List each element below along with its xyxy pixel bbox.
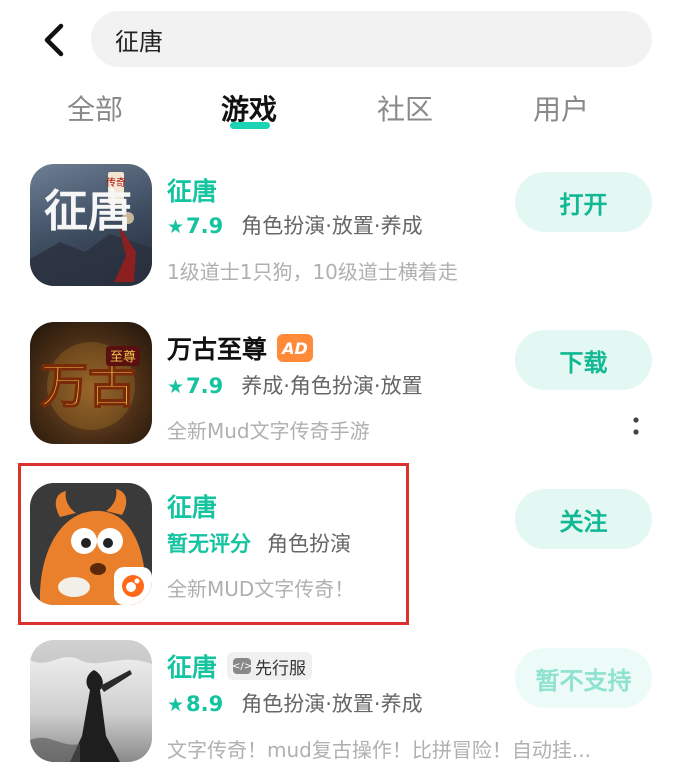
app-description: 全新Mud文字传奇手游 xyxy=(167,419,370,443)
star-icon: ★ xyxy=(167,376,185,398)
app-name[interactable]: 征唐 xyxy=(167,172,217,208)
pre-release-label: 先行服 xyxy=(255,658,307,679)
tab-all[interactable]: 全部 xyxy=(67,88,123,128)
game-art-icon: 传奇 征唐 xyxy=(30,172,152,286)
app-description: 文字传奇！mud复古操作！比拼冒险！自动挂... xyxy=(167,738,591,762)
tab-users[interactable]: 用户 xyxy=(533,88,589,128)
app-icon-zhengtang: 传奇 征唐 xyxy=(30,164,152,286)
game-art-icon: 万古 至尊 xyxy=(39,342,140,430)
not-supported-button[interactable]: 暂不支持 xyxy=(515,648,652,708)
open-button[interactable]: 打开 xyxy=(515,172,652,232)
app-description: 1级道士1只狗，10级道士横着走 xyxy=(167,260,458,284)
app-tags: 角色扮演·放置·养成 xyxy=(241,214,423,238)
ink-painting-icon xyxy=(30,640,152,762)
app-meta: ★7.9 角色扮演·放置·养成 xyxy=(167,210,423,240)
active-tab-indicator xyxy=(230,122,270,129)
result-item[interactable]: 征唐 </> 先行服 ★8.9 角色扮演·放置·养成 文字传奇！mud复古操作！比拼… xyxy=(0,628,680,768)
svg-text:至尊: 至尊 xyxy=(110,349,136,365)
rating: ★8.9 xyxy=(167,692,224,716)
category-tabs: 全部 游戏 社区 用户 xyxy=(0,88,680,138)
app-tags: 角色扮演·放置·养成 xyxy=(241,692,423,716)
more-options-icon[interactable] xyxy=(630,415,642,439)
search-bar[interactable] xyxy=(91,11,652,67)
app-icon-zhengtang-preview xyxy=(30,640,152,762)
chevron-left-icon xyxy=(44,23,64,57)
highlight-annotation xyxy=(18,463,409,625)
app-name[interactable]: 万古至尊 AD xyxy=(167,330,314,366)
app-meta: ★7.9 养成·角色扮演·放置 xyxy=(167,370,423,400)
app-meta: ★8.9 角色扮演·放置·养成 xyxy=(167,688,423,718)
ad-badge: AD xyxy=(277,334,314,362)
result-item[interactable]: 万古 至尊 万古至尊 AD ★7.9 养成·角色扮演·放置 全新Mud文字传奇手游… xyxy=(0,310,680,450)
follow-button[interactable]: 关注 xyxy=(515,489,652,549)
app-name[interactable]: 征唐 </> 先行服 xyxy=(167,648,313,684)
download-button[interactable]: 下载 xyxy=(515,330,652,390)
search-input[interactable] xyxy=(115,25,652,53)
svg-text:征唐: 征唐 xyxy=(44,186,132,237)
tab-community[interactable]: 社区 xyxy=(377,88,433,128)
code-icon: </> xyxy=(232,658,252,674)
app-icon-wangu: 万古 至尊 xyxy=(30,322,152,444)
pre-release-badge: </> 先行服 xyxy=(227,652,313,680)
star-icon: ★ xyxy=(167,216,185,238)
result-item[interactable]: 传奇 征唐 征唐 ★7.9 角色扮演·放置·养成 1级道士1只狗，10级道士横着… xyxy=(0,150,680,290)
star-icon: ★ xyxy=(167,694,185,716)
app-name-text: 万古至尊 xyxy=(167,335,268,364)
back-button[interactable] xyxy=(36,20,72,60)
rating: ★7.9 xyxy=(167,214,224,238)
app-name-text: 征唐 xyxy=(167,653,218,682)
app-tags: 养成·角色扮演·放置 xyxy=(241,374,423,398)
svg-text:万古: 万古 xyxy=(40,358,136,414)
rating: ★7.9 xyxy=(167,374,224,398)
